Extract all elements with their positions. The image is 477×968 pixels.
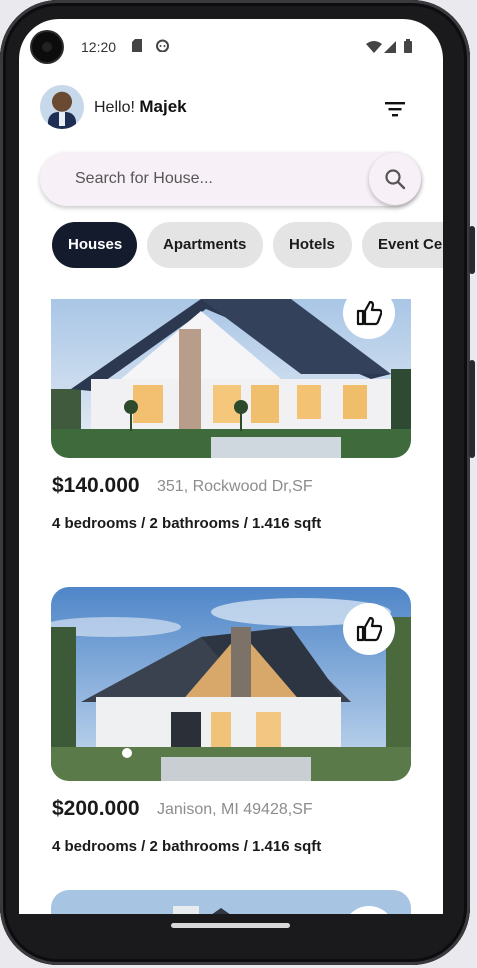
listing-address: 351, Rockwood Dr,SF xyxy=(157,478,313,495)
power-button xyxy=(469,360,475,458)
search-icon xyxy=(385,169,406,190)
chip-houses[interactable]: Houses xyxy=(52,222,137,268)
front-camera xyxy=(32,32,62,62)
chip-hotels[interactable]: Hotels xyxy=(273,222,352,268)
app-screen: 12:20 Hello! Majek Search for House... H… xyxy=(19,19,443,914)
listing-specs: 4 bedrooms / 2 bathrooms / 1.416 sqft xyxy=(52,515,322,532)
sd-card-icon xyxy=(132,39,142,57)
status-time: 12:20 xyxy=(81,39,117,55)
listing-specs: 4 bedrooms / 2 bathrooms / 1.416 sqft xyxy=(52,838,322,855)
filter-icon[interactable] xyxy=(383,99,407,119)
search-bar[interactable]: Search for House... xyxy=(40,152,421,206)
volume-button xyxy=(469,226,475,274)
category-chips: Houses Apartments Hotels Event Centers xyxy=(52,222,443,268)
search-button[interactable] xyxy=(369,153,421,205)
chip-apartments[interactable]: Apartments xyxy=(147,222,263,268)
listing-address: Janison, MI 49428,SF xyxy=(157,801,313,818)
listing-card[interactable] xyxy=(51,890,411,914)
greeting-text: Hello! xyxy=(94,99,135,116)
signal-icon xyxy=(384,40,396,58)
listing-card[interactable]: $140.000 351, Rockwood Dr,SF 4 bedrooms … xyxy=(51,299,411,549)
avatar-shirt xyxy=(59,112,65,126)
listing-list[interactable]: $140.000 351, Rockwood Dr,SF 4 bedrooms … xyxy=(19,299,443,914)
battery-icon xyxy=(404,39,412,58)
listing-price: $140.000 xyxy=(52,474,140,497)
status-bar: 12:20 xyxy=(19,19,443,75)
avatar[interactable] xyxy=(40,85,84,129)
chip-event-centers[interactable]: Event Centers xyxy=(362,222,443,268)
like-button[interactable] xyxy=(343,603,395,655)
thumbs-up-icon xyxy=(356,616,382,642)
home-indicator[interactable] xyxy=(171,923,290,928)
android-icon xyxy=(156,39,169,57)
header: Hello! Majek xyxy=(19,85,443,131)
listing-card[interactable]: $200.000 Janison, MI 49428,SF 4 bedrooms… xyxy=(51,587,411,857)
thumbs-up-icon xyxy=(356,300,382,326)
listing-price: $200.000 xyxy=(52,797,140,820)
greeting: Hello! Majek xyxy=(94,97,187,117)
search-input[interactable]: Search for House... xyxy=(75,170,213,188)
user-name: Majek xyxy=(139,97,187,116)
wifi-icon xyxy=(366,40,382,58)
